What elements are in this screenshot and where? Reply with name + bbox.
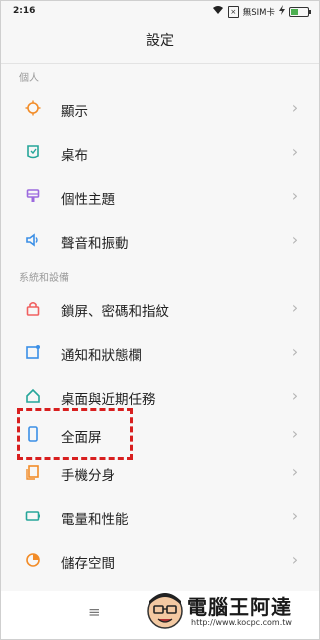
- sim-x-icon: ×: [227, 5, 239, 18]
- chevron-right-icon: ›: [291, 424, 299, 443]
- chevron-right-icon: ›: [291, 186, 299, 205]
- chevron-right-icon: ›: [291, 342, 299, 361]
- settings-item-battery-performance[interactable]: 電量和性能 ›: [1, 495, 319, 539]
- status-icons: × 無SIM卡: [212, 5, 311, 18]
- theme-brush-icon: [25, 188, 41, 204]
- settings-item-label: 儲存空間: [61, 556, 115, 572]
- settings-item-label: 個性主題: [61, 192, 115, 208]
- settings-item-notifications[interactable]: 通知和狀態欄 ›: [1, 331, 319, 375]
- page-title: 設定: [146, 33, 174, 49]
- settings-screen: 2:16 × 無SIM卡 設定 個人 顯示 › 桌布 › 個性主題 › 聲音和振…: [0, 0, 320, 640]
- chevron-right-icon: ›: [291, 550, 299, 569]
- header-divider: [1, 63, 319, 64]
- status-bar: 2:16 × 無SIM卡: [1, 1, 319, 23]
- sun-icon: [25, 100, 41, 116]
- section-label-personal: 個人: [19, 73, 39, 84]
- settings-item-label: 手機分身: [61, 468, 115, 484]
- storage-pie-icon: [25, 552, 41, 568]
- settings-item-storage[interactable]: 儲存空間 ›: [1, 539, 319, 583]
- section-label-system: 系統和設備: [19, 273, 69, 284]
- chevron-right-icon: ›: [291, 230, 299, 249]
- chevron-right-icon: ›: [291, 98, 299, 117]
- settings-item-label: 鎖屏、密碼和指紋: [61, 304, 169, 320]
- chevron-right-icon: ›: [291, 506, 299, 525]
- chevron-right-icon: ›: [291, 298, 299, 317]
- wallpaper-icon: [25, 144, 41, 160]
- settings-item-second-space[interactable]: 手機分身 ›: [1, 451, 319, 495]
- settings-item-label: 聲音和振動: [61, 236, 129, 252]
- battery-performance-icon: [25, 508, 41, 524]
- settings-item-lockscreen[interactable]: 鎖屏、密碼和指紋 ›: [1, 287, 319, 331]
- chevron-right-icon: ›: [291, 462, 299, 481]
- settings-item-wallpaper[interactable]: 桌布 ›: [1, 131, 319, 175]
- watermark-url: http://www.kocpc.com.tw: [191, 618, 292, 627]
- mascot-face-icon: [147, 593, 183, 629]
- settings-item-label: 電量和性能: [61, 512, 129, 528]
- settings-item-label: 顯示: [61, 104, 88, 120]
- status-time: 2:16: [13, 6, 36, 16]
- sim-label: 無SIM卡: [242, 7, 275, 18]
- settings-item-label: 桌布: [61, 148, 88, 164]
- watermark-logo: 電腦王阿達 http://www.kocpc.com.tw: [143, 587, 313, 635]
- battery-icon: [289, 6, 311, 17]
- settings-item-sound[interactable]: 聲音和振動 ›: [1, 219, 319, 263]
- settings-item-display[interactable]: 顯示 ›: [1, 87, 319, 131]
- wifi-icon: [212, 5, 224, 18]
- watermark-text: 電腦王阿達: [187, 595, 292, 619]
- charging-icon: [279, 5, 285, 18]
- second-space-icon: [25, 464, 41, 480]
- chevron-right-icon: ›: [291, 386, 299, 405]
- settings-item-label: 桌面與近期任務: [61, 392, 156, 408]
- chevron-right-icon: ›: [291, 142, 299, 161]
- settings-item-themes[interactable]: 個性主題 ›: [1, 175, 319, 219]
- speaker-icon: [25, 232, 41, 248]
- lock-icon: [25, 300, 41, 316]
- notification-icon: [25, 344, 41, 360]
- settings-item-label: 通知和狀態欄: [61, 348, 142, 364]
- home-icon: [25, 388, 41, 404]
- menu-icon[interactable]: ≡: [88, 603, 101, 621]
